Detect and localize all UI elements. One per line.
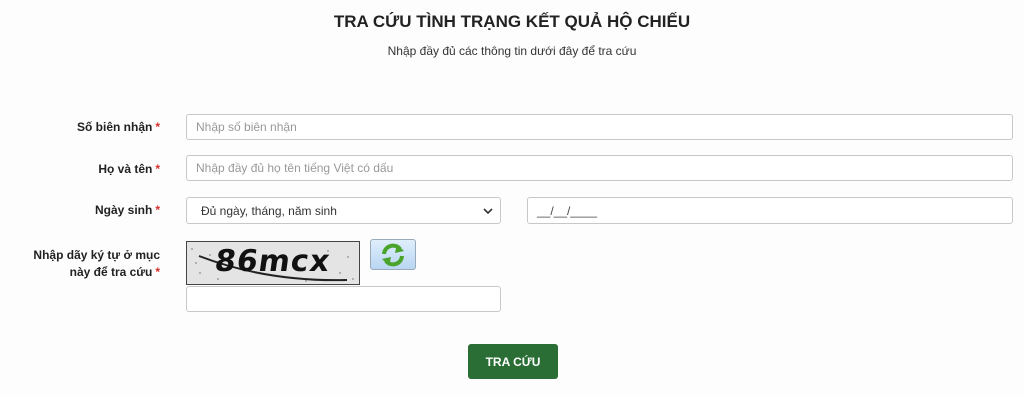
chevron-down-icon: [483, 208, 493, 215]
dob-label-text: Ngày sinh: [94, 203, 153, 217]
page-title: TRA CỨU TÌNH TRẠNG KẾT QUẢ HỘ CHIẾU: [333, 12, 691, 31]
page-subtitle: Nhập đầy đủ các thông tin dưới đây để tr…: [387, 44, 637, 58]
captcha-label-line1: Nhập dãy ký tự ở mục: [33, 248, 160, 262]
dob-type-select[interactable]: Đủ ngày, tháng, năm sinh: [186, 197, 501, 224]
fullname-input[interactable]: Nhập đầy đủ họ tên tiếng Việt có dấu: [186, 155, 1013, 181]
refresh-icon: [382, 243, 404, 266]
receipt-placeholder: Nhập số biên nhận: [196, 120, 297, 134]
required-mark: *: [155, 162, 160, 176]
required-mark: *: [155, 265, 160, 279]
search-submit-button[interactable]: TRA CỨU: [468, 344, 558, 379]
receipt-input[interactable]: Nhập số biên nhận: [186, 114, 1013, 140]
captcha-label-line2-wrap: này để tra cứu *: [0, 264, 160, 281]
dob-date-mask: __/__/____: [537, 203, 598, 218]
receipt-label-text: Số biên nhận: [76, 120, 153, 134]
dob-date-input[interactable]: __/__/____: [527, 197, 1013, 224]
captcha-text: 86mcx: [212, 244, 333, 279]
fullname-label: Họ và tên *: [0, 162, 160, 176]
dob-type-selected: Đủ ngày, tháng, năm sinh: [201, 203, 337, 218]
captcha-refresh-button[interactable]: [370, 239, 416, 270]
captcha-image: 86mcx: [186, 241, 360, 285]
captcha-input[interactable]: [186, 286, 501, 312]
required-mark: *: [155, 120, 160, 134]
required-mark: *: [155, 203, 160, 217]
captcha-label: Nhập dãy ký tự ở mục này để tra cứu *: [0, 247, 160, 281]
receipt-label: Số biên nhận *: [0, 120, 160, 134]
fullname-label-text: Họ và tên: [98, 162, 153, 176]
captcha-label-line2: này để tra cứu: [69, 265, 153, 279]
fullname-placeholder: Nhập đầy đủ họ tên tiếng Việt có dấu: [196, 161, 394, 175]
dob-label: Ngày sinh *: [0, 203, 160, 217]
